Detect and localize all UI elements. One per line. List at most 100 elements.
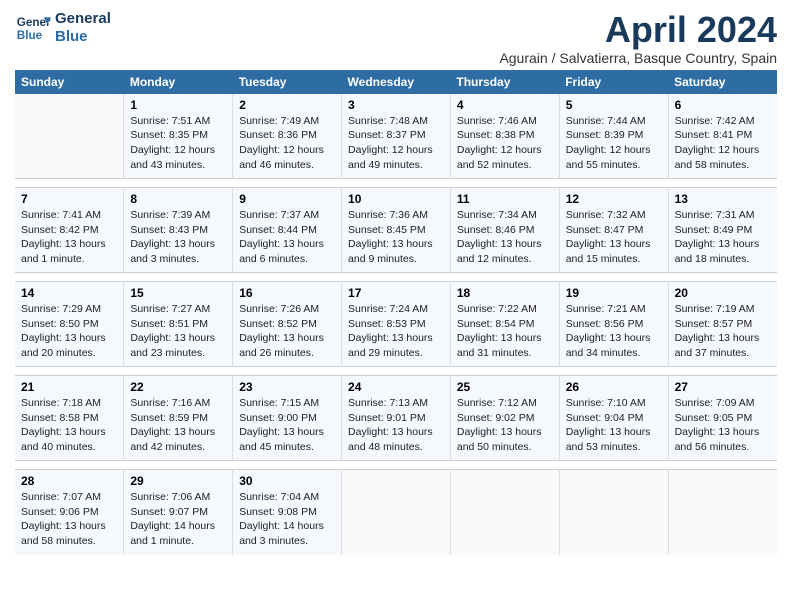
day-header-friday: Friday — [559, 70, 668, 94]
day-number: 24 — [348, 380, 444, 394]
week-row-5: 28Sunrise: 7:07 AM Sunset: 9:06 PM Dayli… — [15, 470, 777, 555]
page-header: General Blue General Blue April 2024 Agu… — [15, 10, 777, 66]
calendar-cell: 20 Sunrise: 7:19 AM Sunset: 8:57 PM Dayli… — [668, 282, 777, 367]
day-info: Sunrise: 7:51 AM Sunset: 8:35 PM Dayligh… — [130, 114, 226, 173]
separator-cell — [15, 273, 777, 282]
day-header-wednesday: Wednesday — [342, 70, 451, 94]
day-info: Sunrise: 7:13 AM Sunset: 9:01 PM Dayligh… — [348, 396, 444, 455]
day-number: 26 — [566, 380, 662, 394]
day-header-tuesday: Tuesday — [233, 70, 342, 94]
separator-cell — [15, 367, 777, 376]
day-number: 16 — [239, 286, 335, 300]
day-info: Sunrise: 7:46 AM Sunset: 8:38 PM Dayligh… — [457, 114, 553, 173]
calendar-cell — [15, 94, 124, 179]
day-info: Sunrise: 7:06 AM Sunset: 9:07 PM Dayligh… — [130, 490, 226, 549]
calendar-cell: 4 Sunrise: 7:46 AM Sunset: 8:38 PM Daylig… — [450, 94, 559, 179]
calendar-cell: 16 Sunrise: 7:26 AM Sunset: 8:52 PM Dayli… — [233, 282, 342, 367]
day-header-sunday: Sunday — [15, 70, 124, 94]
calendar-cell: 12 Sunrise: 7:32 AM Sunset: 8:47 PM Dayli… — [559, 188, 668, 273]
day-number: 8 — [130, 192, 226, 206]
day-info: Sunrise: 7:27 AM Sunset: 8:51 PM Dayligh… — [130, 302, 226, 361]
day-info: Sunrise: 7:26 AM Sunset: 8:52 PM Dayligh… — [239, 302, 335, 361]
calendar-cell: 5Sunrise: 7:44 AM Sunset: 8:39 PM Daylig… — [559, 94, 668, 179]
calendar-cell: 13Sunrise: 7:31 AM Sunset: 8:49 PM Dayli… — [668, 188, 777, 273]
day-number: 15 — [130, 286, 226, 300]
week-separator — [15, 367, 777, 376]
day-header-monday: Monday — [124, 70, 233, 94]
day-info: Sunrise: 7:49 AM Sunset: 8:36 PM Dayligh… — [239, 114, 335, 173]
week-row-4: 21Sunrise: 7:18 AM Sunset: 8:58 PM Dayli… — [15, 376, 777, 461]
day-number: 3 — [348, 98, 444, 112]
day-number: 12 — [566, 192, 662, 206]
calendar-cell — [342, 470, 451, 555]
calendar-cell: 15 Sunrise: 7:27 AM Sunset: 8:51 PM Dayli… — [124, 282, 233, 367]
day-info: Sunrise: 7:39 AM Sunset: 8:43 PM Dayligh… — [130, 208, 226, 267]
day-info: Sunrise: 7:09 AM Sunset: 9:05 PM Dayligh… — [675, 396, 771, 455]
separator-cell — [15, 461, 777, 470]
calendar-header-row: SundayMondayTuesdayWednesdayThursdayFrid… — [15, 70, 777, 94]
day-number: 17 — [348, 286, 444, 300]
day-number: 4 — [457, 98, 553, 112]
day-info: Sunrise: 7:42 AM Sunset: 8:41 PM Dayligh… — [675, 114, 771, 173]
day-header-thursday: Thursday — [450, 70, 559, 94]
calendar-cell: 21Sunrise: 7:18 AM Sunset: 8:58 PM Dayli… — [15, 376, 124, 461]
day-number: 21 — [21, 380, 117, 394]
day-info: Sunrise: 7:32 AM Sunset: 8:47 PM Dayligh… — [566, 208, 662, 267]
day-number: 27 — [675, 380, 771, 394]
calendar-cell — [559, 470, 668, 555]
calendar-cell — [668, 470, 777, 555]
day-number: 25 — [457, 380, 553, 394]
calendar-cell: 25 Sunrise: 7:12 AM Sunset: 9:02 PM Dayli… — [450, 376, 559, 461]
calendar-cell: 6Sunrise: 7:42 AM Sunset: 8:41 PM Daylig… — [668, 94, 777, 179]
calendar-cell: 3 Sunrise: 7:48 AM Sunset: 8:37 PM Daylig… — [342, 94, 451, 179]
day-number: 7 — [21, 192, 117, 206]
svg-text:Blue: Blue — [17, 29, 43, 42]
calendar-cell: 29Sunrise: 7:06 AM Sunset: 9:07 PM Dayli… — [124, 470, 233, 555]
logo: General Blue General Blue — [15, 10, 111, 46]
day-info: Sunrise: 7:34 AM Sunset: 8:46 PM Dayligh… — [457, 208, 553, 267]
day-info: Sunrise: 7:22 AM Sunset: 8:54 PM Dayligh… — [457, 302, 553, 361]
day-number: 20 — [675, 286, 771, 300]
day-number: 9 — [239, 192, 335, 206]
calendar-table: SundayMondayTuesdayWednesdayThursdayFrid… — [15, 70, 777, 555]
week-separator — [15, 179, 777, 188]
title-section: April 2024 Agurain / Salvatierra, Basque… — [499, 10, 777, 66]
calendar-cell: 24 Sunrise: 7:13 AM Sunset: 9:01 PM Dayli… — [342, 376, 451, 461]
day-info: Sunrise: 7:31 AM Sunset: 8:49 PM Dayligh… — [675, 208, 771, 267]
calendar-cell: 17 Sunrise: 7:24 AM Sunset: 8:53 PM Dayli… — [342, 282, 451, 367]
day-info: Sunrise: 7:24 AM Sunset: 8:53 PM Dayligh… — [348, 302, 444, 361]
calendar-body: 1Sunrise: 7:51 AM Sunset: 8:35 PM Daylig… — [15, 94, 777, 555]
calendar-title: April 2024 — [499, 10, 777, 50]
day-number: 28 — [21, 474, 117, 488]
week-row-2: 7Sunrise: 7:41 AM Sunset: 8:42 PM Daylig… — [15, 188, 777, 273]
day-info: Sunrise: 7:16 AM Sunset: 8:59 PM Dayligh… — [130, 396, 226, 455]
day-info: Sunrise: 7:04 AM Sunset: 9:08 PM Dayligh… — [239, 490, 335, 549]
day-header-saturday: Saturday — [668, 70, 777, 94]
day-number: 11 — [457, 192, 553, 206]
day-info: Sunrise: 7:48 AM Sunset: 8:37 PM Dayligh… — [348, 114, 444, 173]
day-number: 23 — [239, 380, 335, 394]
calendar-cell: 7Sunrise: 7:41 AM Sunset: 8:42 PM Daylig… — [15, 188, 124, 273]
calendar-cell: 26 Sunrise: 7:10 AM Sunset: 9:04 PM Dayli… — [559, 376, 668, 461]
day-number: 10 — [348, 192, 444, 206]
day-info: Sunrise: 7:21 AM Sunset: 8:56 PM Dayligh… — [566, 302, 662, 361]
day-info: Sunrise: 7:10 AM Sunset: 9:04 PM Dayligh… — [566, 396, 662, 455]
day-info: Sunrise: 7:15 AM Sunset: 9:00 PM Dayligh… — [239, 396, 335, 455]
day-info: Sunrise: 7:19 AM Sunset: 8:57 PM Dayligh… — [675, 302, 771, 361]
day-number: 5 — [566, 98, 662, 112]
calendar-cell: 10Sunrise: 7:36 AM Sunset: 8:45 PM Dayli… — [342, 188, 451, 273]
calendar-cell: 1Sunrise: 7:51 AM Sunset: 8:35 PM Daylig… — [124, 94, 233, 179]
calendar-cell: 22 Sunrise: 7:16 AM Sunset: 8:59 PM Dayli… — [124, 376, 233, 461]
day-number: 22 — [130, 380, 226, 394]
day-number: 30 — [239, 474, 335, 488]
day-info: Sunrise: 7:29 AM Sunset: 8:50 PM Dayligh… — [21, 302, 117, 361]
day-info: Sunrise: 7:12 AM Sunset: 9:02 PM Dayligh… — [457, 396, 553, 455]
week-separator — [15, 273, 777, 282]
week-row-3: 14 Sunrise: 7:29 AM Sunset: 8:50 PM Dayli… — [15, 282, 777, 367]
calendar-cell: 18 Sunrise: 7:22 AM Sunset: 8:54 PM Dayli… — [450, 282, 559, 367]
day-number: 14 — [21, 286, 117, 300]
calendar-cell: 11 Sunrise: 7:34 AM Sunset: 8:46 PM Dayli… — [450, 188, 559, 273]
day-number: 18 — [457, 286, 553, 300]
calendar-subtitle: Agurain / Salvatierra, Basque Country, S… — [499, 50, 777, 66]
separator-cell — [15, 179, 777, 188]
